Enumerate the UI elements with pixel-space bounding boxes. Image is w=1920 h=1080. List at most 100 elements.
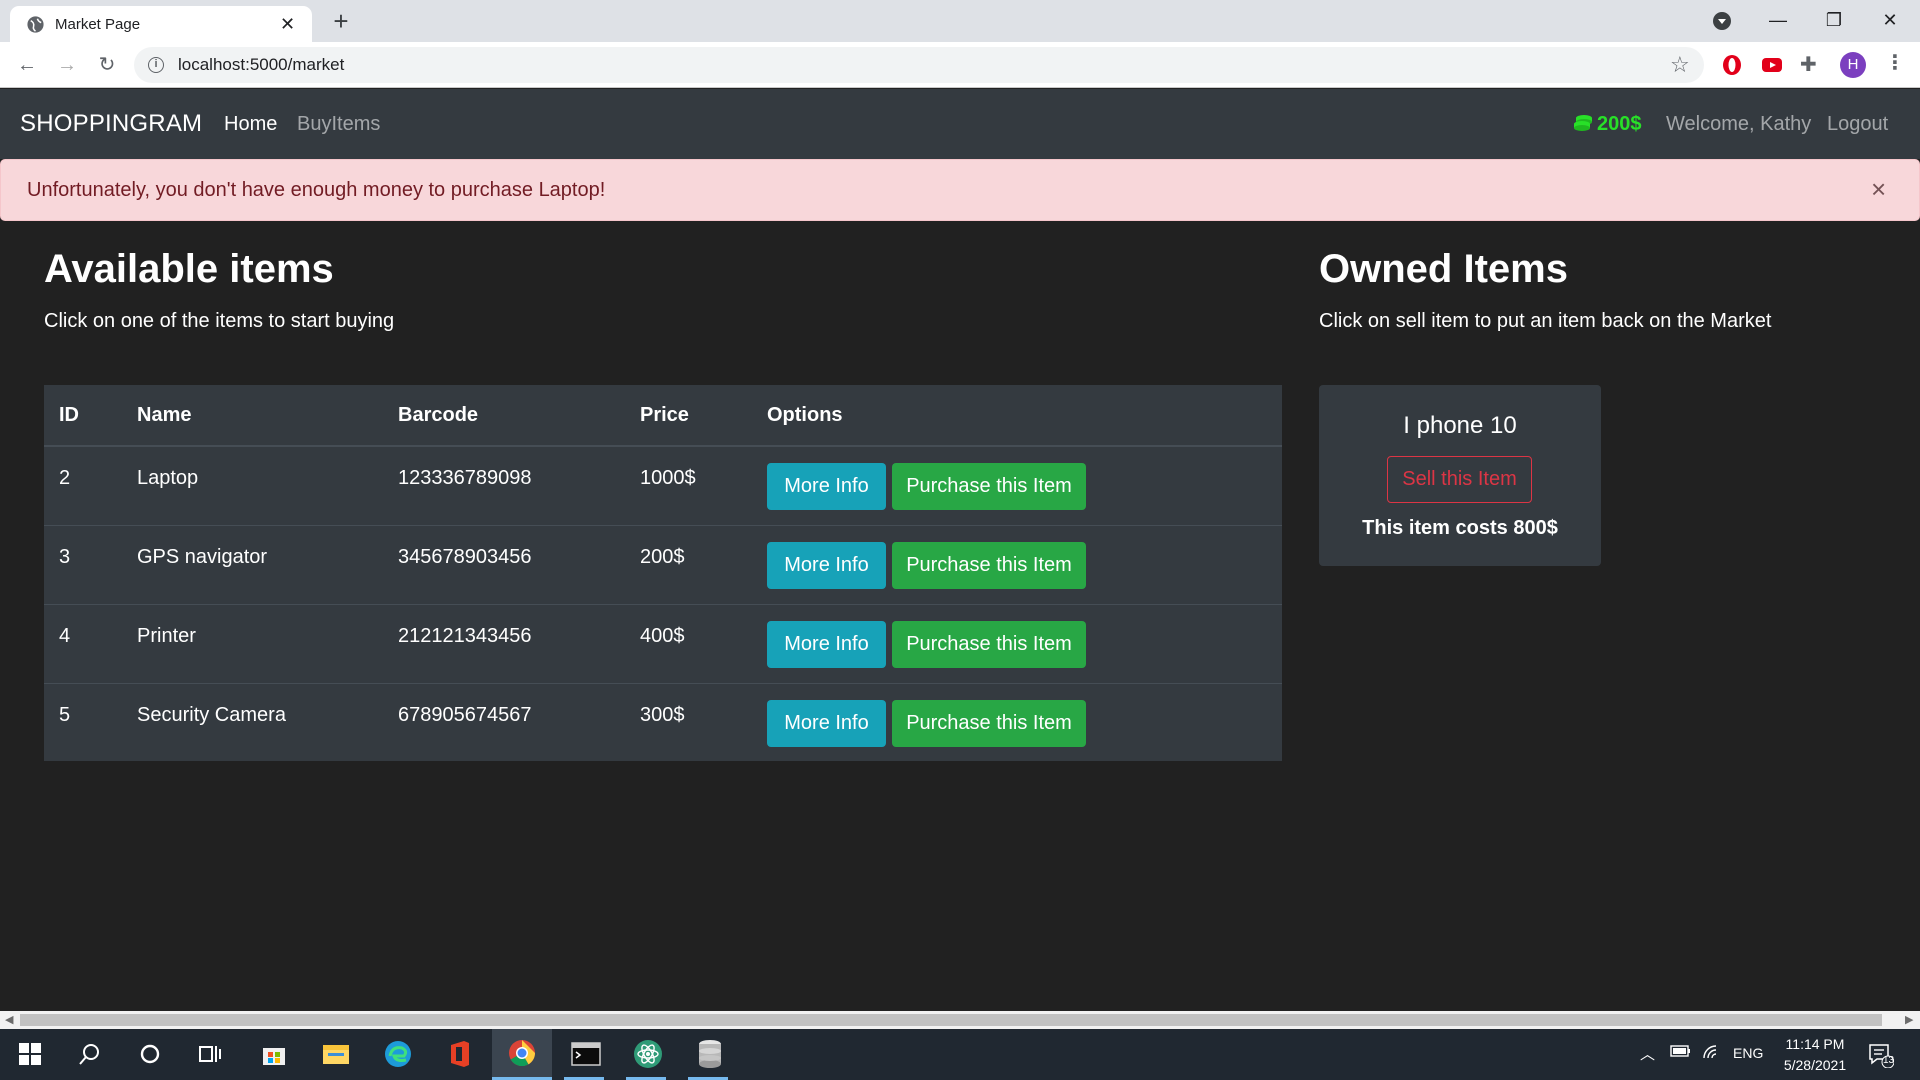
task-view-icon[interactable] bbox=[182, 1029, 238, 1080]
scroll-right-icon[interactable]: ▶ bbox=[1905, 1013, 1913, 1026]
available-items-subtitle: Click on one of the items to start buyin… bbox=[44, 310, 395, 332]
opera-extension-icon[interactable] bbox=[1720, 53, 1744, 77]
edge-icon[interactable] bbox=[370, 1029, 426, 1080]
sell-item-button[interactable]: Sell this Item bbox=[1387, 456, 1532, 503]
alert-message: Unfortunately, you don't have enough mon… bbox=[27, 179, 606, 201]
available-items-table: ID Name Barcode Price Options 2 Laptop 1… bbox=[44, 385, 1282, 761]
browser-toolbar: ← → ↻ i localhost:5000/market ☆ ✚ H ⋮ bbox=[0, 42, 1920, 88]
item-name: GPS navigator bbox=[137, 546, 268, 568]
flash-alert: Unfortunately, you don't have enough mon… bbox=[0, 159, 1920, 221]
browser-tab[interactable]: Market Page ✕ bbox=[10, 6, 312, 42]
more-info-button[interactable]: More Info bbox=[767, 463, 886, 510]
column-header-price: Price bbox=[640, 404, 689, 426]
notification-count: 13 bbox=[1882, 1055, 1895, 1066]
profile-avatar[interactable]: H bbox=[1840, 52, 1866, 78]
chrome-taskbar-icon[interactable] bbox=[492, 1029, 552, 1080]
browser-menu-icon[interactable]: ⋮ bbox=[1885, 50, 1905, 75]
new-tab-icon[interactable]: + bbox=[326, 6, 356, 36]
more-info-button[interactable]: More Info bbox=[767, 621, 886, 668]
notification-center-icon[interactable]: 13 bbox=[1868, 1042, 1895, 1080]
search-icon[interactable] bbox=[62, 1029, 118, 1080]
close-window-icon[interactable]: ✕ bbox=[1864, 0, 1916, 42]
url-text[interactable]: localhost:5000/market bbox=[178, 55, 344, 75]
cortana-icon[interactable] bbox=[122, 1029, 178, 1080]
welcome-text: Welcome, Kathy bbox=[1666, 113, 1812, 135]
site-info-icon[interactable]: i bbox=[148, 57, 164, 73]
budget-display: 200$ bbox=[1573, 113, 1642, 136]
wifi-icon[interactable] bbox=[1702, 1044, 1722, 1080]
nav-home[interactable]: Home bbox=[224, 113, 277, 136]
purchase-button[interactable]: Purchase this Item bbox=[892, 621, 1086, 668]
atom-icon[interactable] bbox=[618, 1029, 678, 1080]
file-explorer-icon[interactable] bbox=[308, 1029, 364, 1080]
minimize-icon[interactable]: — bbox=[1752, 0, 1804, 42]
purchase-button[interactable]: Purchase this Item bbox=[892, 700, 1086, 747]
clock-date: 5/28/2021 bbox=[1783, 1057, 1847, 1073]
brand-logo[interactable]: SHOPPINGRAM bbox=[20, 110, 202, 138]
owned-item-cost: This item costs 800$ bbox=[1362, 517, 1558, 539]
item-barcode: 212121343456 bbox=[398, 625, 532, 647]
item-barcode: 123336789098 bbox=[398, 467, 532, 489]
more-info-button[interactable]: More Info bbox=[767, 700, 886, 747]
globe-icon bbox=[27, 16, 44, 33]
owned-item-name: I phone 10 bbox=[1403, 412, 1517, 439]
tab-title: Market Page bbox=[55, 16, 141, 33]
owned-items-subtitle: Click on sell item to put an item back o… bbox=[1319, 310, 1772, 332]
column-header-options: Options bbox=[767, 404, 843, 426]
column-header-name: Name bbox=[137, 404, 192, 426]
tab-search-icon[interactable] bbox=[1713, 12, 1731, 30]
available-items-heading: Available items bbox=[44, 247, 334, 291]
scroll-left-icon[interactable]: ◀ bbox=[5, 1013, 13, 1026]
windows-taskbar: ︿ ENG 11:14 PM 5/28/2021 13 bbox=[0, 1029, 1920, 1080]
language-indicator[interactable]: ENG bbox=[1733, 1045, 1763, 1080]
reload-icon[interactable]: ↻ bbox=[92, 50, 122, 80]
column-header-barcode: Barcode bbox=[398, 404, 479, 426]
market-page: SHOPPINGRAM Home BuyItems 200$ Welcome, … bbox=[0, 89, 1920, 1011]
table-row: 5 Security Camera 678905674567 300$ More… bbox=[44, 683, 1282, 761]
table-row: 3 GPS navigator 345678903456 200$ More I… bbox=[44, 525, 1282, 604]
address-bar[interactable]: i localhost:5000/market ☆ bbox=[134, 47, 1704, 83]
battery-icon[interactable] bbox=[1670, 1044, 1692, 1080]
horizontal-scrollbar[interactable]: ◀ ▶ bbox=[0, 1011, 1920, 1029]
purchase-button[interactable]: Purchase this Item bbox=[892, 542, 1086, 589]
show-hidden-icons-icon[interactable]: ︿ bbox=[1640, 1043, 1655, 1080]
table-row: 4 Printer 212121343456 400$ More Info Pu… bbox=[44, 604, 1282, 683]
alert-close-icon[interactable]: × bbox=[1871, 175, 1886, 203]
back-icon[interactable]: ← bbox=[12, 50, 42, 80]
item-price: 400$ bbox=[640, 625, 685, 647]
item-barcode: 678905674567 bbox=[398, 704, 532, 726]
purchase-button[interactable]: Purchase this Item bbox=[892, 463, 1086, 510]
owned-items-heading: Owned Items bbox=[1319, 247, 1568, 291]
terminal-icon[interactable] bbox=[556, 1029, 616, 1080]
forward-icon[interactable]: → bbox=[52, 50, 82, 80]
clock-time: 11:14 PM bbox=[1785, 1036, 1845, 1052]
windows-start-icon[interactable] bbox=[2, 1029, 58, 1080]
database-icon[interactable] bbox=[680, 1029, 740, 1080]
nav-buyitems[interactable]: BuyItems bbox=[297, 113, 380, 136]
bookmark-star-icon[interactable]: ☆ bbox=[1670, 52, 1690, 78]
restore-icon[interactable]: ❐ bbox=[1808, 0, 1860, 42]
item-id: 4 bbox=[59, 625, 71, 647]
tab-close-icon[interactable]: ✕ bbox=[280, 14, 295, 34]
extensions-puzzle-icon[interactable]: ✚ bbox=[1800, 52, 1824, 76]
more-info-button[interactable]: More Info bbox=[767, 542, 886, 589]
youtube-extension-icon[interactable] bbox=[1760, 53, 1784, 77]
taskbar-clock[interactable]: 11:14 PM 5/28/2021 bbox=[1770, 1034, 1860, 1076]
office-icon[interactable] bbox=[432, 1029, 488, 1080]
item-price: 1000$ bbox=[640, 467, 696, 489]
browser-tabstrip: Market Page ✕ + — ❐ ✕ bbox=[0, 0, 1920, 42]
site-navbar: SHOPPINGRAM Home BuyItems 200$ Welcome, … bbox=[0, 89, 1920, 159]
table-header-row: ID Name Barcode Price Options bbox=[44, 385, 1282, 446]
item-name: Security Camera bbox=[137, 704, 286, 726]
store-icon[interactable] bbox=[246, 1029, 302, 1080]
item-name: Laptop bbox=[137, 467, 199, 489]
item-id: 3 bbox=[59, 546, 71, 568]
table-row: 2 Laptop 123336789098 1000$ More Info Pu… bbox=[44, 446, 1282, 525]
scrollbar-thumb[interactable] bbox=[20, 1014, 1882, 1026]
coins-icon bbox=[1574, 115, 1592, 131]
item-id: 5 bbox=[59, 704, 71, 726]
column-header-id: ID bbox=[59, 404, 79, 426]
item-price: 300$ bbox=[640, 704, 685, 726]
item-id: 2 bbox=[59, 467, 71, 489]
logout-link[interactable]: Logout bbox=[1827, 113, 1888, 136]
